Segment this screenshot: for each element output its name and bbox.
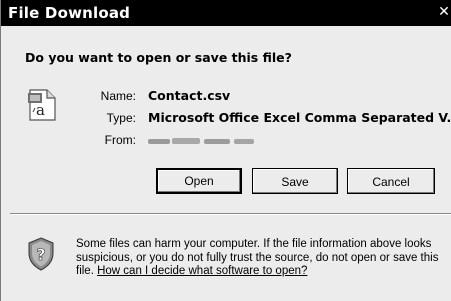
close-icon[interactable]: ✕ [436, 4, 451, 20]
file-type-value: Microsoft Office Excel Comma Separated V… [148, 110, 451, 125]
shield-question-icon: ? [28, 237, 54, 271]
file-name-value: Contact.csv [148, 88, 231, 103]
name-label: Name: [100, 89, 136, 103]
title-bar[interactable]: File Download ✕ [1, 0, 451, 26]
from-label: From: [104, 133, 136, 147]
csv-file-icon: a [28, 89, 56, 121]
dialog-question: Do you want to open or save this file? [25, 50, 292, 65]
section-divider [10, 213, 451, 215]
security-warning: Some files can harm your computer. If th… [76, 238, 446, 279]
svg-text:?: ? [36, 245, 45, 264]
window-title: File Download [8, 4, 131, 22]
file-download-dialog: File Download ✕ Do you want to open or s… [0, 0, 451, 301]
type-label: Type: [106, 111, 136, 125]
redacted-source [148, 138, 254, 144]
save-button[interactable]: Save [252, 168, 338, 194]
open-button[interactable]: Open [156, 168, 242, 194]
svg-text:a: a [36, 101, 45, 119]
help-link[interactable]: How can I decide what software to open? [97, 265, 307, 277]
cancel-button[interactable]: Cancel [347, 168, 435, 194]
